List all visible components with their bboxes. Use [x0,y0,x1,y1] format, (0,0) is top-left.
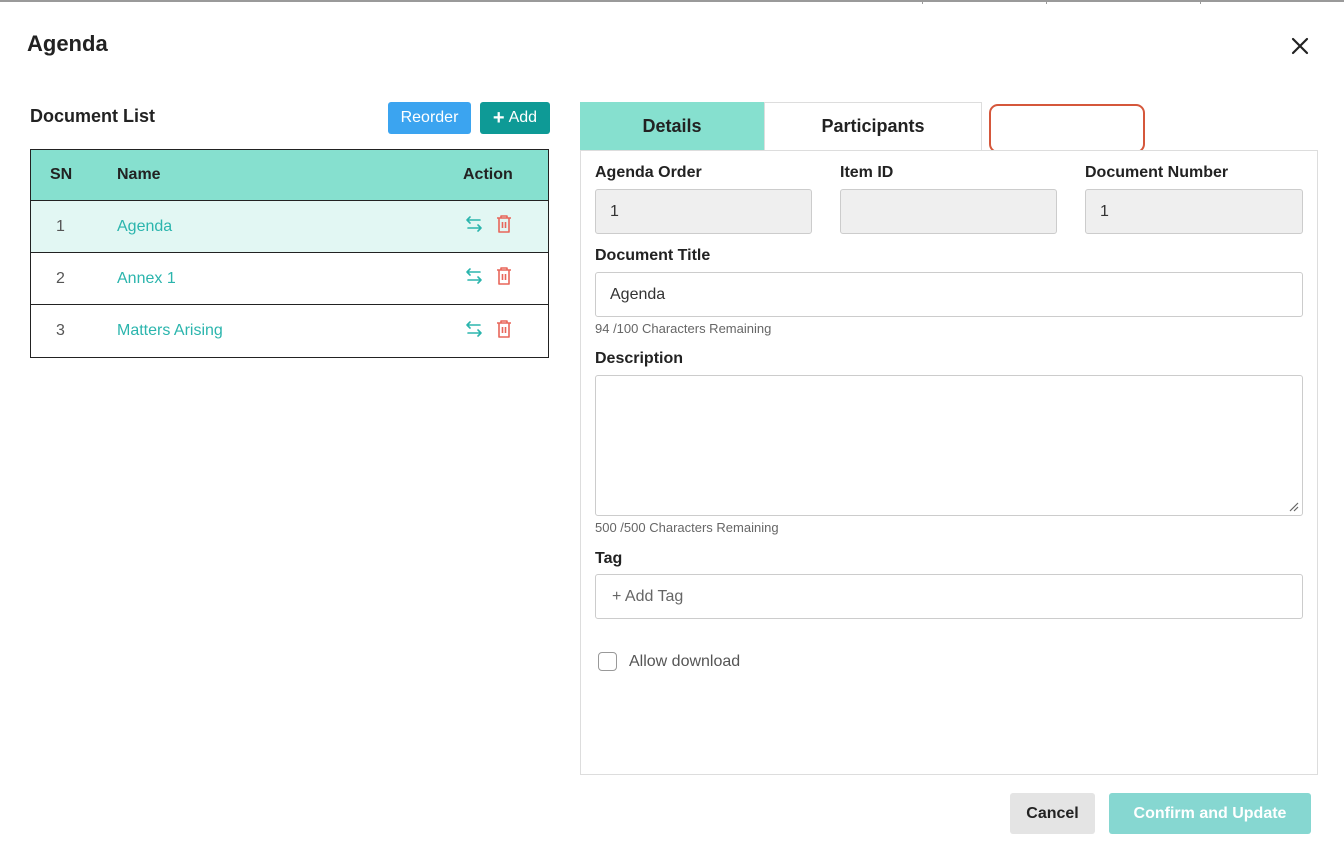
table-header: SN Name Action [31,150,548,201]
item-id-field [840,189,1057,234]
document-link[interactable]: Annex 1 [117,270,451,288]
document-link[interactable]: Agenda [117,218,451,236]
document-link[interactable]: Matters Arising [117,322,451,340]
table-row[interactable]: 1 Agenda [31,201,548,253]
table-row[interactable]: 3 Matters Arising [31,305,548,357]
row-actions [451,265,548,292]
background-separator [1046,2,1047,4]
highlight-annotation-box [989,104,1145,153]
plus-icon: + [492,107,505,129]
column-header-sn: SN [50,166,73,183]
confirm-and-update-button[interactable]: Confirm and Update [1109,793,1311,834]
background-separator [922,2,923,4]
trash-icon[interactable] [495,266,513,291]
row-sn: 1 [56,217,65,235]
swap-arrows-icon[interactable] [463,213,485,240]
add-document-button[interactable]: + Add [480,102,550,134]
resize-grip-icon[interactable] [1287,500,1299,512]
document-title-label: Document Title [595,247,711,264]
description-label: Description [595,350,684,367]
row-actions [451,318,548,345]
tab-details[interactable]: Details [580,102,764,150]
row-sn: 3 [56,322,65,339]
description-char-count: 500 /500 Characters Remaining [595,520,779,535]
document-list-title: Document List [30,106,156,126]
row-actions [451,213,548,240]
background-page-strip [0,0,1344,4]
document-title-char-count: 94 /100 Characters Remaining [595,321,772,336]
allow-download-option[interactable]: Allow download [598,652,740,671]
cancel-button[interactable]: Cancel [1010,793,1095,834]
item-id-label: Item ID [840,164,894,181]
close-icon[interactable] [1286,32,1314,60]
document-table: SN Name Action 1 Agenda 2 Annex 1 3 Matt… [30,149,549,358]
swap-arrows-icon[interactable] [463,318,485,345]
agenda-order-label: Agenda Order [595,164,702,181]
agenda-order-field: 1 [595,189,812,234]
description-textarea[interactable] [595,375,1303,516]
tab-participants[interactable]: Participants [764,102,982,150]
document-number-label: Document Number [1085,164,1229,181]
detail-tabs: Details Participants [580,102,982,150]
row-sn: 2 [56,269,65,287]
allow-download-checkbox[interactable] [598,652,617,671]
allow-download-label: Allow download [629,652,741,670]
document-number-field: 1 [1085,189,1303,234]
trash-icon[interactable] [495,214,513,239]
add-button-label: Add [508,109,538,126]
table-row[interactable]: 2 Annex 1 [31,253,548,305]
trash-icon[interactable] [495,319,513,344]
column-header-action: Action [463,166,513,183]
reorder-button[interactable]: Reorder [388,102,471,134]
swap-arrows-icon[interactable] [463,265,485,292]
modal-title: Agenda [27,31,108,56]
tag-label: Tag [595,550,623,567]
add-tag-input[interactable]: + Add Tag [595,574,1303,619]
background-separator [1200,2,1201,4]
document-title-field[interactable]: Agenda [595,272,1303,317]
column-header-name: Name [117,166,161,183]
